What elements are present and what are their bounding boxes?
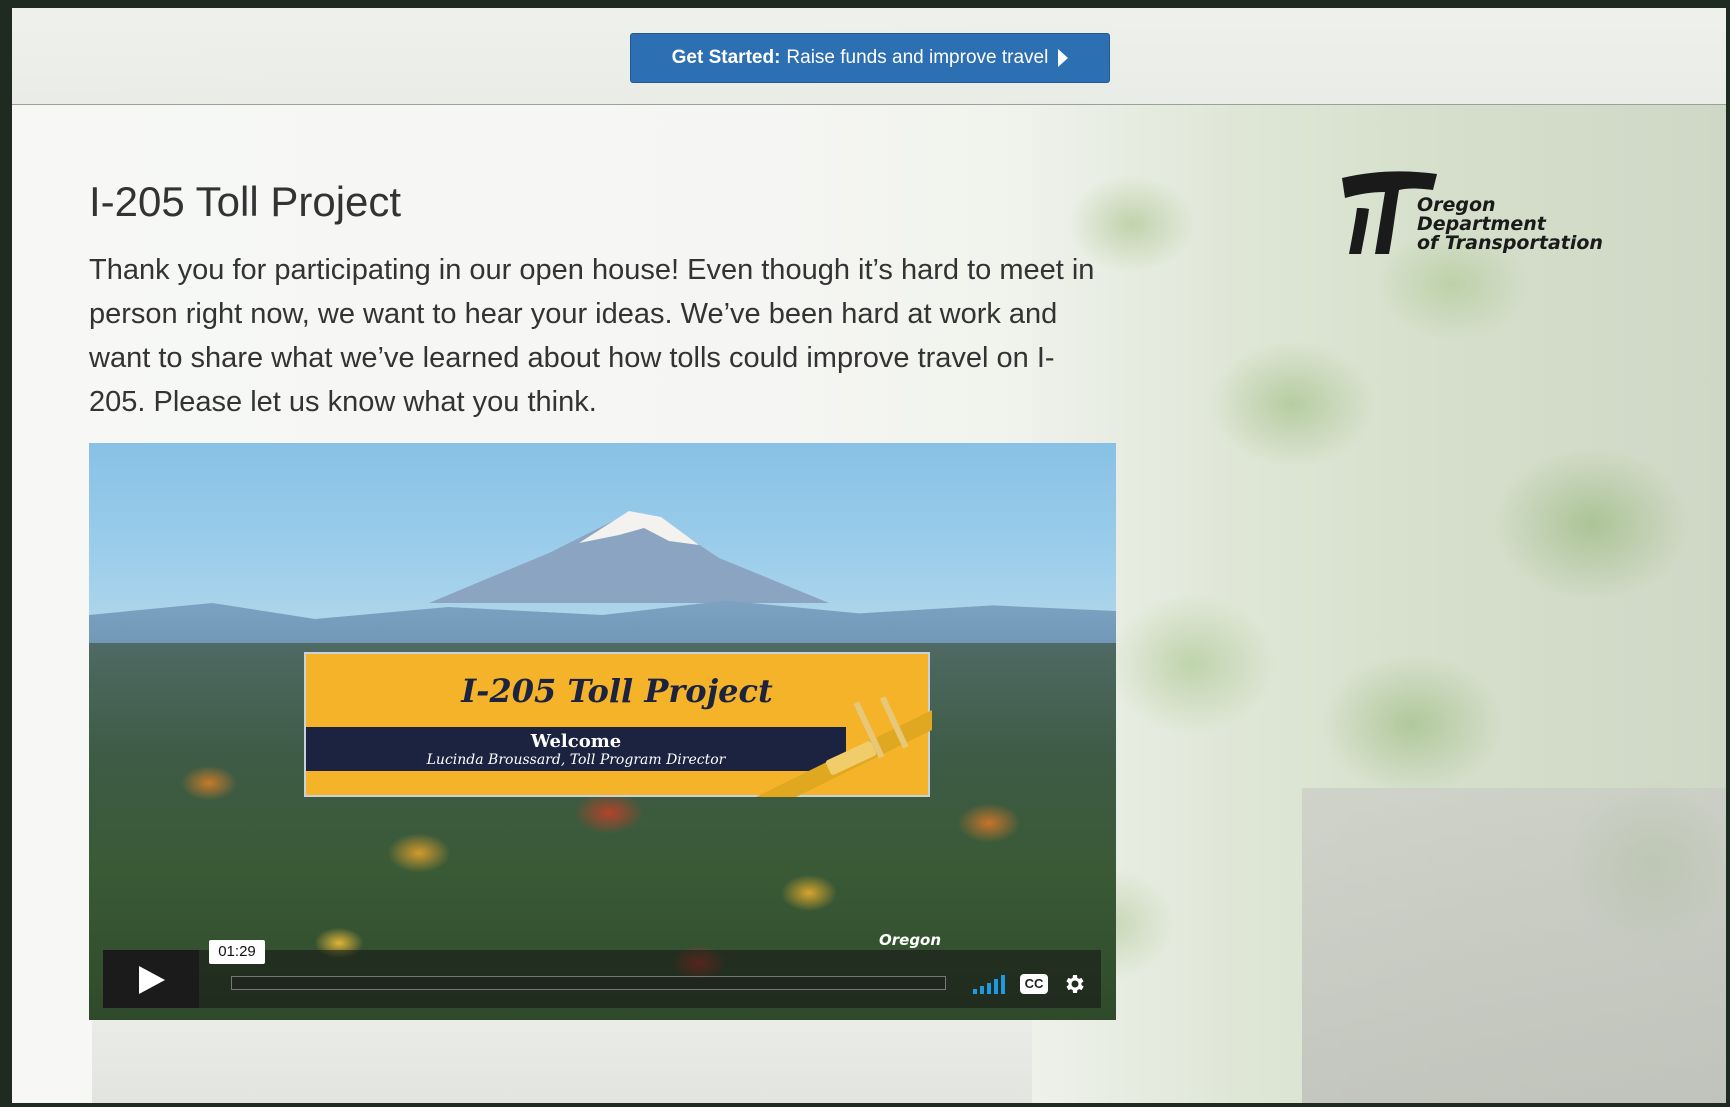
page: Get Started: Raise funds and improve tra… xyxy=(12,8,1726,1103)
duration-tooltip: 01:29 xyxy=(209,940,265,964)
logo-line-3: of Transportation xyxy=(1417,232,1603,254)
closed-captions-icon[interactable]: CC xyxy=(1020,974,1048,994)
get-started-button[interactable]: Get Started: Raise funds and improve tra… xyxy=(630,33,1110,83)
video-player[interactable]: I-205 Toll Project Welcome Lucinda Brous… xyxy=(89,443,1116,1020)
toll-gantry-icon xyxy=(756,696,932,797)
play-button[interactable] xyxy=(103,950,199,1008)
top-banner: Get Started: Raise funds and improve tra… xyxy=(12,8,1726,105)
video-watermark: Oregon xyxy=(879,931,942,949)
progress-bar[interactable] xyxy=(231,976,946,990)
caret-right-icon xyxy=(1058,49,1069,67)
get-started-label: Raise funds and improve travel xyxy=(786,47,1049,68)
page-title: I-205 Toll Project xyxy=(89,178,402,225)
gear-icon[interactable] xyxy=(1062,972,1086,996)
background-wall xyxy=(1302,788,1726,1103)
slide-banner: I-205 Toll Project Welcome Lucinda Brous… xyxy=(304,652,932,797)
mountain-image xyxy=(429,511,829,603)
intro-paragraph: Thank you for participating in our open … xyxy=(89,254,1095,418)
play-icon xyxy=(139,966,165,994)
video-controls: 01:29 CC xyxy=(103,940,1101,1008)
odot-logo-text: Oregon Department of Transportation xyxy=(1417,196,1603,253)
volume-icon[interactable] xyxy=(971,974,1009,994)
get-started-bold-label: Get Started: xyxy=(671,47,781,68)
